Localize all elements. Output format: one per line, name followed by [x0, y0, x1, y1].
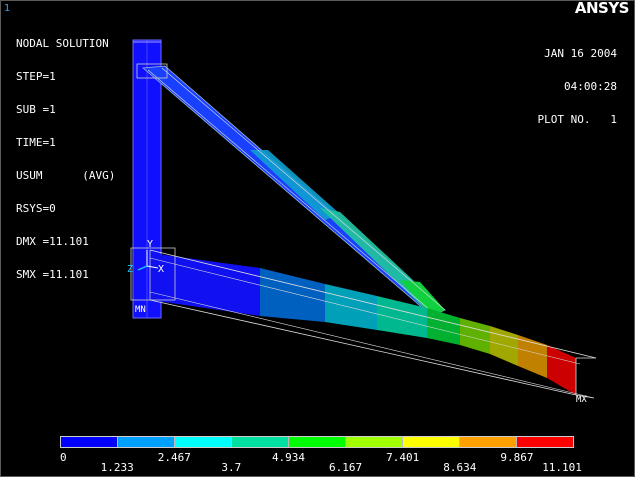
solution-title: NODAL SOLUTION — [16, 37, 109, 50]
horizontal-beam — [130, 247, 597, 399]
date-block: JAN 16 2004 04:00:28 PLOT NO. 1 — [538, 26, 617, 147]
contour-legend-bar — [60, 436, 574, 448]
ansys-graphics-window[interactable]: X Y Z MN MX 1 ANSYS NODAL SOLUTION STEP=… — [0, 0, 635, 477]
plot-number: PLOT NO. 1 — [537, 113, 617, 126]
legend-swatch-2 — [175, 437, 232, 447]
legend-swatch-3 — [232, 437, 289, 447]
axis-y-label: Y — [147, 239, 153, 250]
dmx-line: DMX =11.101 — [16, 235, 89, 248]
step-line: STEP=1 — [16, 70, 56, 83]
legend-tick-label: 2.467 — [157, 451, 191, 464]
legend-tick-label: 6.167 — [329, 461, 363, 474]
legend-swatch-1 — [118, 437, 175, 447]
axis-z-label: Z — [127, 264, 133, 275]
legend-tick-label: 3.7 — [221, 461, 242, 474]
plot-time: 04:00:28 — [564, 80, 617, 93]
plot-date: JAN 16 2004 — [544, 47, 617, 60]
min-marker: MN — [135, 305, 146, 315]
legend-tick-label: 7.401 — [386, 451, 420, 464]
ansys-logo: ANSYS — [574, 0, 630, 17]
legend-swatch-4 — [289, 437, 346, 447]
legend-tick-label: 11.101 — [542, 461, 582, 474]
logo-text: ANSYS — [574, 0, 630, 17]
max-marker: MX — [576, 395, 587, 405]
axis-x-label: X — [158, 264, 164, 275]
legend-swatch-0 — [61, 437, 118, 447]
solution-info-block: NODAL SOLUTION STEP=1 SUB =1 TIME=1 USUM… — [16, 16, 115, 302]
window-number: 1 — [4, 3, 11, 14]
legend-tick-label: 0 — [60, 451, 67, 464]
legend-tick-label: 4.934 — [271, 451, 306, 464]
legend-tick-label: 8.634 — [443, 461, 477, 474]
legend-tick-label: 1.233 — [100, 461, 134, 474]
usum-line: USUM (AVG) — [16, 169, 116, 182]
time-line: TIME=1 — [16, 136, 56, 149]
legend-swatch-5 — [346, 437, 403, 447]
legend-swatch-6 — [403, 437, 460, 447]
legend-swatch-7 — [460, 437, 517, 447]
sub-line: SUB =1 — [16, 103, 56, 116]
rsys-line: RSYS=0 — [16, 202, 56, 215]
legend-swatch-8 — [517, 437, 573, 447]
smx-line: SMX =11.101 — [16, 268, 89, 281]
legend-tick-label: 9.867 — [500, 451, 534, 464]
